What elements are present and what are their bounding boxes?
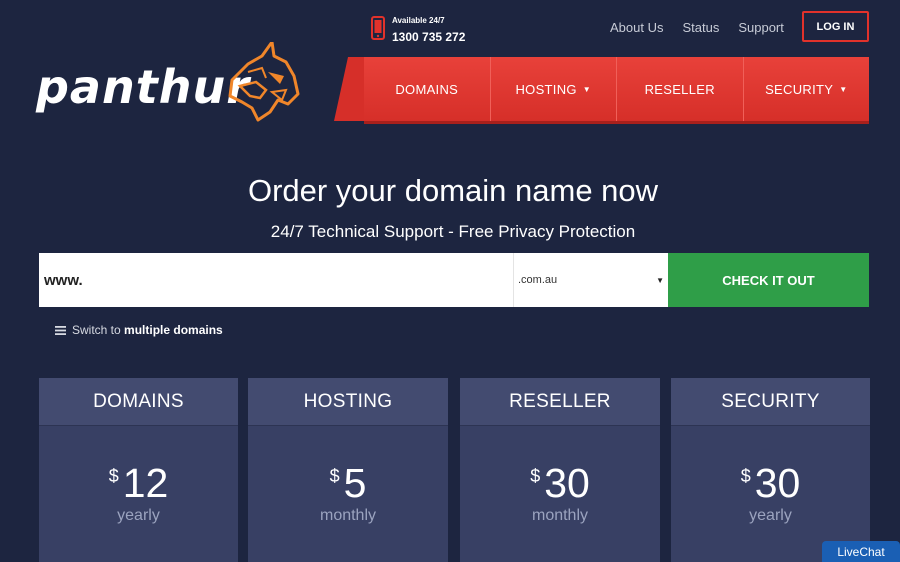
card-price: $5 bbox=[329, 460, 367, 506]
nav-domains[interactable]: DOMAINS bbox=[364, 57, 490, 121]
nav-security[interactable]: SECURITY ▼ bbox=[742, 57, 870, 121]
card-price: $12 bbox=[108, 460, 169, 506]
about-us-link[interactable]: About Us bbox=[610, 20, 663, 35]
hero-subtitle: 24/7 Technical Support - Free Privacy Pr… bbox=[270, 222, 636, 241]
card-period: yearly bbox=[117, 507, 160, 524]
caret-down-icon: ▼ bbox=[656, 275, 664, 285]
nav-reseller[interactable]: RESELLER bbox=[616, 57, 743, 121]
card-price: $30 bbox=[740, 460, 801, 506]
card-title: DOMAINS bbox=[39, 378, 238, 426]
top-links: About Us Status Support bbox=[610, 20, 784, 35]
card-title: HOSTING bbox=[248, 378, 448, 426]
check-it-out-button[interactable]: CHECK IT OUT bbox=[668, 253, 869, 307]
main-nav: DOMAINS HOSTING ▼ RESELLER SECURITY ▼ bbox=[334, 57, 869, 121]
nav-hosting[interactable]: HOSTING ▼ bbox=[489, 57, 617, 121]
tld-select[interactable]: .com.au ▼ bbox=[513, 253, 668, 307]
phone-number[interactable]: 1300 735 272 bbox=[392, 30, 465, 44]
card-title: RESELLER bbox=[460, 378, 660, 426]
domain-search-form: .com.au ▼ CHECK IT OUT bbox=[39, 253, 869, 307]
livechat-button[interactable]: LiveChat bbox=[822, 541, 900, 562]
panther-head-icon bbox=[228, 42, 300, 122]
mobile-phone-icon bbox=[371, 16, 385, 40]
card-title: SECURITY bbox=[671, 378, 870, 426]
status-link[interactable]: Status bbox=[682, 20, 719, 35]
domain-search-input[interactable] bbox=[39, 253, 513, 307]
pricing-card-security[interactable]: SECURITY $30 yearly bbox=[671, 378, 870, 562]
support-link[interactable]: Support bbox=[738, 20, 784, 35]
hero-title: Order your domain name now bbox=[247, 173, 659, 208]
card-price: $30 bbox=[530, 460, 590, 506]
login-button[interactable]: LOG IN bbox=[802, 11, 869, 42]
card-period: yearly bbox=[749, 507, 792, 524]
logo-wordmark: panthur bbox=[36, 60, 250, 114]
phone-availability: Available 24/7 bbox=[392, 16, 445, 25]
card-period: monthly bbox=[531, 507, 589, 524]
caret-down-icon: ▼ bbox=[839, 84, 848, 94]
pricing-card-hosting[interactable]: HOSTING $5 monthly bbox=[248, 378, 448, 562]
brand-logo[interactable]: panthur bbox=[30, 40, 305, 125]
switch-multiple-domains-link[interactable]: Switch to multiple domains bbox=[55, 323, 223, 337]
pricing-card-reseller[interactable]: RESELLER $30 monthly bbox=[460, 378, 660, 562]
card-period: monthly bbox=[319, 507, 377, 524]
caret-down-icon: ▼ bbox=[582, 84, 592, 94]
support-phone: Available 24/7 1300 735 272 bbox=[371, 15, 465, 44]
tld-selected-value: .com.au bbox=[518, 274, 558, 286]
hamburger-icon bbox=[55, 325, 66, 335]
pricing-card-domains[interactable]: DOMAINS $12 yearly bbox=[39, 378, 238, 562]
